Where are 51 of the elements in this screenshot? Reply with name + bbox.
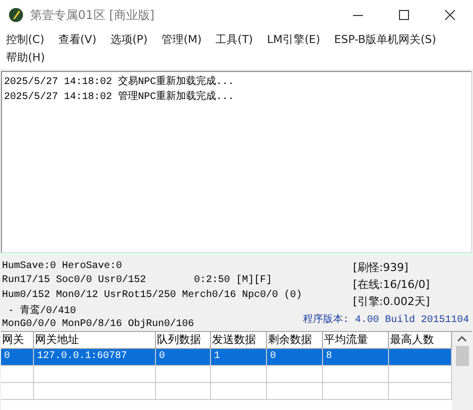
status-text: HumSave:0 HeroSave:0 (2, 260, 122, 272)
table-cell (211, 383, 267, 400)
menu-item[interactable]: 查看(V) (58, 32, 96, 48)
log-line: 2025/5/27 14:18:02 交易NPC重新加载完成... (4, 75, 236, 90)
scrollbar-thumb[interactable] (456, 346, 468, 366)
menu-item[interactable]: 管理(M) (162, 32, 202, 48)
column-header[interactable]: 最高人数 (389, 332, 452, 349)
maximize-icon (399, 10, 409, 20)
status-text: 0:2:50 [M][F] (194, 275, 272, 286)
table-cell (267, 366, 323, 383)
table-cell (211, 366, 267, 383)
status-text: - 青鸾/0/410 (7, 304, 76, 317)
table-cell: 1 (211, 349, 267, 366)
menu-item[interactable]: 工具(T) (216, 32, 253, 48)
table-cell (389, 366, 452, 383)
table-cell: 8 (323, 349, 389, 366)
counter-text: [在线:16/16/0] (352, 277, 430, 293)
menu-item[interactable]: 选项(P) (110, 32, 148, 48)
menu-item[interactable]: 控制(C) (6, 32, 44, 48)
table-cell (1, 366, 34, 383)
column-header[interactable]: 队列数据 (156, 332, 211, 349)
menu-item[interactable]: LM引擎(E) (266, 32, 320, 48)
table-cell (156, 366, 211, 383)
table-cell (156, 383, 211, 400)
table-cell (389, 383, 452, 400)
version-text: 程序版本: 4.00 Build 20151104 (302, 312, 469, 326)
scrollbar[interactable] (452, 332, 472, 410)
column-header[interactable]: 平均流量 (323, 332, 389, 349)
counter-text: [刷怪:939] (352, 260, 408, 276)
column-header[interactable]: 网关地址 (34, 332, 156, 349)
table-cell (267, 383, 323, 400)
menu-item[interactable]: 帮助(H) (6, 50, 45, 66)
window-title: 第壹专属01区 [商业版] (30, 6, 156, 24)
table-cell: 0 (267, 349, 323, 366)
table-cell (389, 349, 452, 366)
table-cell (323, 366, 389, 383)
table-cell: 0 (156, 349, 211, 366)
column-header[interactable]: 网关 (1, 332, 34, 349)
column-header[interactable]: 剩余数据 (267, 332, 323, 349)
status-text: Run17/15 Soc0/0 Usr0/152 (2, 275, 146, 286)
menu-item[interactable]: ESP-B版单机网关(S) (334, 32, 436, 48)
counter-text: [引擎:0.002天] (352, 294, 430, 310)
table-cell (323, 383, 389, 400)
close-icon (445, 10, 455, 20)
log-line: 2025/5/27 14:18:02 管理NPC重新加载完成... (4, 90, 236, 105)
column-header[interactable]: 发送数据 (211, 332, 267, 349)
status-text: MonG0/0/0 MonP0/8/16 ObjRun0/106 (2, 318, 194, 330)
table-cell: 0 (1, 349, 34, 366)
status-text: Hum0/152 Mon0/12 UsrRot15/250 Merch0/16 Npc0/0 (0) (2, 290, 302, 301)
app-icon (8, 7, 24, 23)
table-cell: 127.0.0.1:60787 (34, 349, 156, 366)
